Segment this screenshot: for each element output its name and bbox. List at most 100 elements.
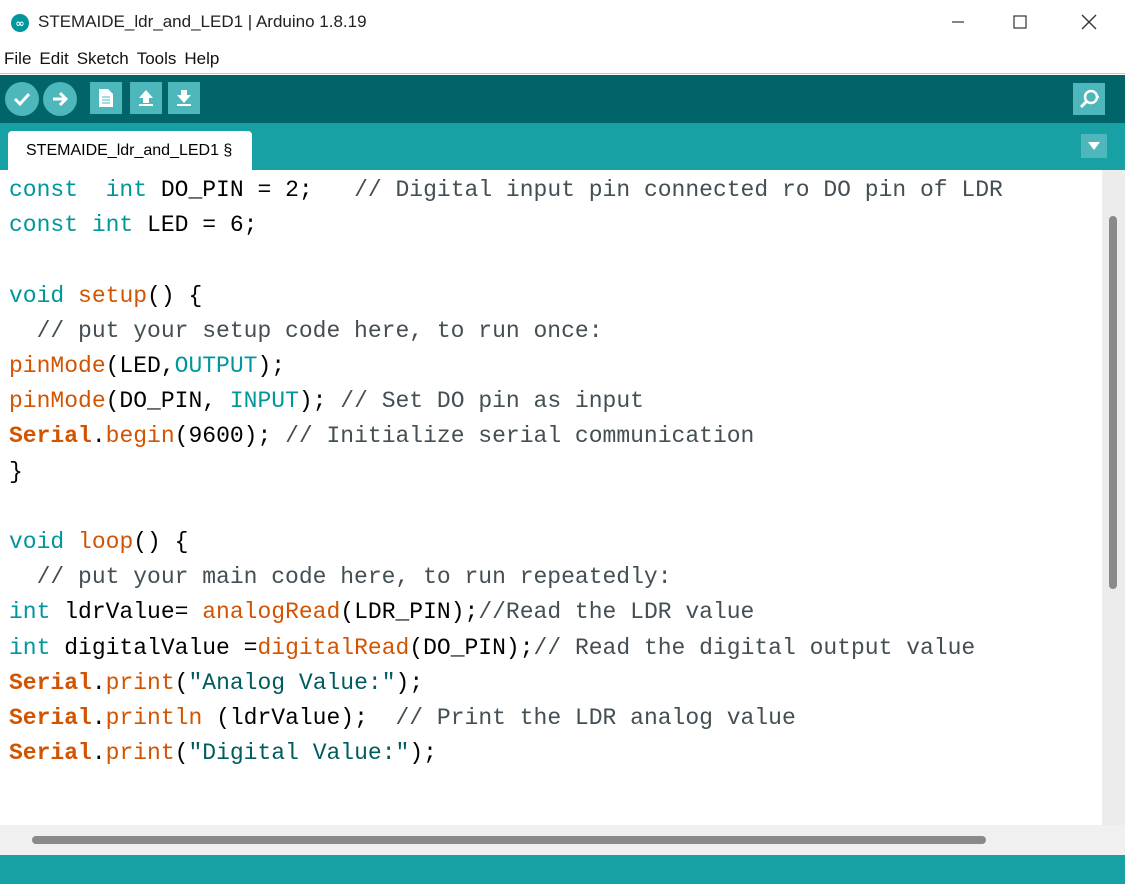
code-token: int xyxy=(9,599,51,626)
code-line: pinMode(LED,OUTPUT); xyxy=(9,349,285,384)
save-icon xyxy=(177,90,191,106)
code-token: INPUT xyxy=(229,388,299,415)
code-token: Serial xyxy=(9,740,92,767)
code-line: const int LED = 6; xyxy=(9,208,257,243)
code-token: // Read the digital output value xyxy=(533,634,976,661)
code-token: Serial xyxy=(9,423,92,450)
maximize-icon xyxy=(1013,15,1027,29)
tab-menu-button[interactable] xyxy=(1081,134,1107,158)
code-line: void setup() { xyxy=(9,279,202,314)
menu-edit[interactable]: Edit xyxy=(35,44,72,73)
horizontal-scrollbar[interactable] xyxy=(0,825,1125,855)
code-token: . xyxy=(91,705,106,731)
code-token: const xyxy=(9,177,79,203)
verify-button[interactable] xyxy=(5,82,39,116)
code-token: void xyxy=(9,282,65,309)
code-token: digitalRead xyxy=(257,634,410,661)
code-line: // put your setup code here, to run once… xyxy=(9,314,603,349)
code-line: int digitalValue =digitalRead(DO_PIN);//… xyxy=(9,631,975,666)
upload-icon xyxy=(53,91,69,107)
code-line: void loop() { xyxy=(9,525,188,560)
code-token: Serial xyxy=(9,669,92,696)
code-token: println xyxy=(105,705,203,731)
horizontal-scroll-thumb[interactable] xyxy=(32,836,986,844)
code-token: ( xyxy=(174,740,189,767)
close-button[interactable] xyxy=(1067,6,1111,38)
code-token: begin xyxy=(105,423,175,450)
menu-tools[interactable]: Tools xyxy=(133,44,181,73)
minimize-button[interactable] xyxy=(936,6,980,38)
menu-help[interactable]: Help xyxy=(180,44,223,73)
code-token: int xyxy=(9,634,51,661)
menu-file[interactable]: File xyxy=(0,44,35,73)
code-line: Serial.begin(9600); // Initialize serial… xyxy=(9,419,754,454)
vertical-scrollbar[interactable] xyxy=(1102,170,1125,825)
code-token: print xyxy=(105,669,175,696)
code-token: } xyxy=(9,458,23,485)
maximize-button[interactable] xyxy=(998,6,1042,38)
code-line: const int DO_PIN = 2; // Digital input p… xyxy=(9,173,1003,208)
new-icon xyxy=(99,89,113,107)
chevron-down-icon xyxy=(1088,142,1100,150)
code-token: int xyxy=(105,177,148,203)
menu-sketch[interactable]: Sketch xyxy=(73,44,133,73)
serial-monitor-button[interactable] xyxy=(1073,83,1105,115)
scrollbar-corner xyxy=(1102,825,1125,855)
menu-bar: File Edit Sketch Tools Help xyxy=(0,44,1125,74)
save-sketch-button[interactable] xyxy=(168,82,200,114)
code-token: OUTPUT xyxy=(174,353,258,379)
code-token: ); xyxy=(409,740,437,767)
code-editor[interactable]: const int DO_PIN = 2; // Digital input p… xyxy=(0,170,1102,825)
code-token: const xyxy=(9,212,79,239)
tab-bar: STEMAIDE_ldr_and_LED1 § xyxy=(0,123,1125,170)
open-icon xyxy=(139,90,153,106)
code-token: Serial xyxy=(9,705,92,731)
code-token: // Print the LDR analog value xyxy=(395,705,796,731)
code-token: . xyxy=(91,669,106,696)
tab-sketch[interactable]: STEMAIDE_ldr_and_LED1 § xyxy=(8,131,252,170)
open-sketch-button[interactable] xyxy=(130,82,162,114)
code-token: // Digital input pin connected ro DO pin… xyxy=(354,177,1003,203)
code-token: ); xyxy=(298,388,341,415)
code-token: setup xyxy=(78,282,148,309)
code-token: LED = 6; xyxy=(133,212,258,239)
code-line: // put your main code here, to run repea… xyxy=(9,560,672,595)
code-token: analogRead xyxy=(202,599,341,626)
code-line: int ldrValue= analogRead(LDR_PIN);//Read… xyxy=(9,595,754,630)
vertical-scroll-thumb[interactable] xyxy=(1109,216,1117,589)
code-token: (ldrValue); xyxy=(202,705,396,731)
code-token: int xyxy=(91,212,134,239)
code-line: } xyxy=(9,455,23,490)
arduino-logo-icon: ∞ xyxy=(11,14,29,32)
code-token: (LED, xyxy=(105,353,175,379)
code-token: () { xyxy=(133,529,189,555)
code-token: // put your setup code here, to run once… xyxy=(36,317,603,344)
serial-monitor-icon xyxy=(1079,89,1100,109)
window-title: STEMAIDE_ldr_and_LED1 | Arduino 1.8.19 xyxy=(38,12,367,31)
code-token: loop xyxy=(78,529,134,555)
code-token: void xyxy=(9,529,65,555)
upload-button[interactable] xyxy=(43,82,77,116)
code-token: ( xyxy=(174,669,189,696)
code-line: Serial.print("Analog Value:"); xyxy=(9,666,423,701)
code-token: pinMode xyxy=(9,388,106,415)
code-token: (DO_PIN); xyxy=(409,634,534,661)
code-token: (9600); xyxy=(174,423,286,450)
code-token: . xyxy=(91,423,106,450)
minimize-icon xyxy=(952,21,964,23)
new-sketch-button[interactable] xyxy=(90,82,122,114)
status-bar xyxy=(0,855,1125,884)
code-token: "Digital Value:" xyxy=(188,740,410,767)
logo-glyph: ∞ xyxy=(15,16,25,30)
code-token: print xyxy=(105,740,175,767)
verify-icon xyxy=(13,92,31,107)
code-token: // Set DO pin as input xyxy=(340,388,644,415)
code-token: pinMode xyxy=(9,353,106,379)
close-icon xyxy=(1081,14,1097,30)
